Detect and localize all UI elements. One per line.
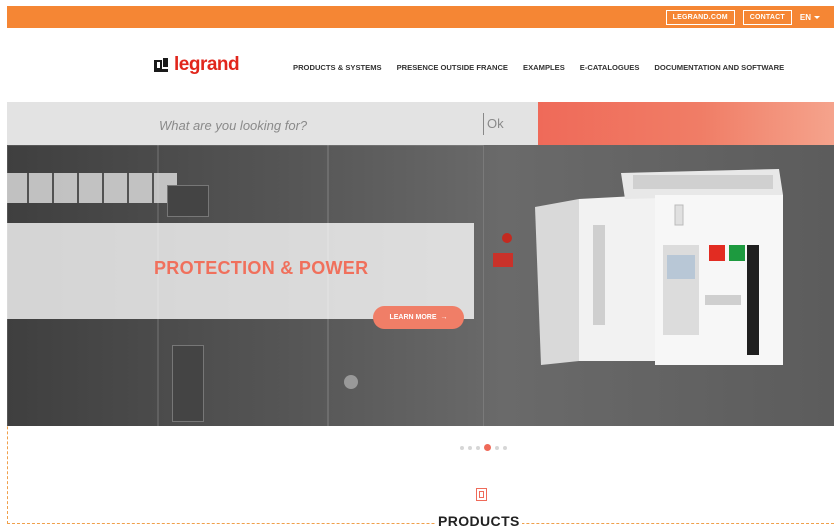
search-bar: Ok bbox=[7, 102, 834, 145]
air-circuit-breaker-image bbox=[535, 169, 783, 365]
nav-documentation-software[interactable]: DOCUMENTATION AND SOFTWARE bbox=[654, 63, 784, 72]
page-frame-bottom bbox=[7, 523, 834, 524]
carousel-dot[interactable] bbox=[484, 444, 491, 451]
hero-bg-knob bbox=[502, 233, 512, 243]
hero-carousel: PROTECTION & POWER LEARN MORE → bbox=[7, 145, 834, 426]
legrand-logo[interactable]: legrand bbox=[153, 54, 240, 75]
carousel-dot[interactable] bbox=[476, 445, 480, 450]
carousel-dot[interactable] bbox=[495, 445, 499, 450]
main-nav: PRODUCTS & SYSTEMS PRESENCE OUTSIDE FRAN… bbox=[293, 63, 784, 72]
nav-presence-outside-france[interactable]: PRESENCE OUTSIDE FRANCE bbox=[397, 63, 508, 72]
section-title: PRODUCTS bbox=[436, 513, 522, 529]
carousel-dots bbox=[460, 444, 507, 451]
site-header: legrand PRODUCTS & SYSTEMS PRESENCE OUTS… bbox=[7, 28, 834, 102]
search-input[interactable] bbox=[157, 113, 491, 137]
contact-link[interactable]: CONTACT bbox=[742, 9, 792, 25]
nav-examples[interactable]: EXAMPLES bbox=[523, 63, 565, 72]
carousel-dot[interactable] bbox=[468, 445, 472, 450]
logo-wordmark: legrand bbox=[174, 54, 240, 75]
nav-products-systems[interactable]: PRODUCTS & SYSTEMS bbox=[293, 63, 382, 72]
utility-bar: LEGRAND.COM CONTACT EN bbox=[7, 6, 834, 28]
hero-title: PROTECTION & POWER bbox=[154, 258, 369, 278]
carousel-dot[interactable] bbox=[503, 445, 507, 450]
arrow-right-icon: → bbox=[440, 314, 448, 321]
chevron-down-icon bbox=[814, 15, 820, 19]
hero-bg-label bbox=[493, 253, 513, 267]
language-selector[interactable]: EN bbox=[800, 13, 820, 22]
hero-bg-device bbox=[167, 185, 209, 217]
carousel-dot[interactable] bbox=[460, 445, 464, 450]
learn-more-label: LEARN MORE bbox=[389, 314, 437, 321]
legrand-com-link[interactable]: LEGRAND.COM bbox=[665, 9, 735, 25]
nav-e-catalogues[interactable]: E-CATALOGUES bbox=[580, 63, 640, 72]
products-icon bbox=[476, 488, 487, 501]
language-label: EN bbox=[799, 12, 811, 22]
hero-bg-knob bbox=[344, 375, 358, 389]
hero-bg-breakers bbox=[7, 173, 177, 203]
hero-bg-device bbox=[172, 345, 204, 422]
learn-more-button[interactable]: LEARN MORE → bbox=[373, 306, 464, 329]
search-ok-button[interactable]: Ok bbox=[483, 113, 504, 135]
legrand-logo-icon bbox=[154, 58, 168, 72]
search-accent-band bbox=[538, 102, 834, 145]
